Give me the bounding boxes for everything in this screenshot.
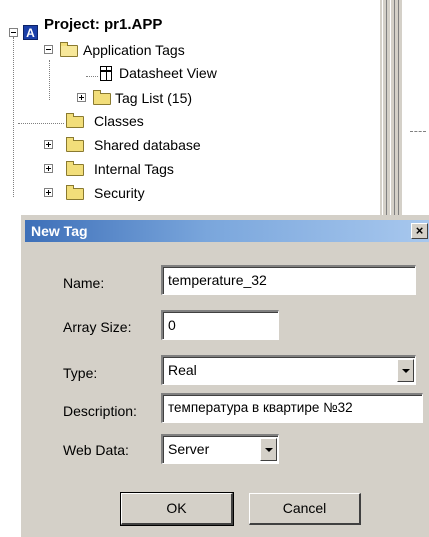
folder-icon <box>66 137 84 152</box>
tree-item-tag-list[interactable]: Tag List (15) <box>0 87 370 109</box>
name-field[interactable]: temperature_32 <box>161 265 416 295</box>
folder-icon <box>66 161 84 176</box>
tree-item-classes[interactable]: Classes <box>0 110 370 132</box>
tree-item-label: Datasheet View <box>119 65 217 81</box>
tree-item-label: Shared database <box>94 137 201 153</box>
description-field[interactable]: температура в квартире №32 <box>161 393 423 423</box>
tree-item-datasheet-view[interactable]: Datasheet View <box>0 62 370 84</box>
tree-item-label: Tag List (15) <box>115 90 193 106</box>
dialog-title: New Tag <box>31 223 88 239</box>
chevron-down-icon[interactable] <box>397 359 414 382</box>
tree-item-security[interactable]: Security <box>0 182 370 204</box>
splitter-line <box>398 0 399 215</box>
workspace-divider <box>410 131 426 132</box>
tree-item-label: Classes <box>94 113 144 129</box>
cancel-button[interactable]: Cancel <box>249 493 361 525</box>
splitter-line <box>386 0 387 215</box>
splitter-line <box>394 0 395 215</box>
web-data-value: Server <box>168 441 210 457</box>
collapse-icon[interactable] <box>9 28 18 37</box>
tree-item-label: Internal Tags <box>94 161 174 177</box>
splitter-line <box>382 0 383 215</box>
dialog-titlebar[interactable]: New Tag × <box>25 220 429 242</box>
folder-icon <box>66 185 84 200</box>
expand-icon[interactable] <box>44 140 53 149</box>
app-icon: A <box>23 25 38 40</box>
close-button[interactable]: × <box>411 223 428 239</box>
type-value: Real <box>168 362 197 378</box>
type-label: Type: <box>63 365 98 381</box>
tree-item-label: Application Tags <box>83 42 185 58</box>
tree-item-label: Security <box>94 185 145 201</box>
chevron-down-icon[interactable] <box>260 438 277 461</box>
pane-splitter[interactable] <box>380 0 429 215</box>
web-data-select[interactable]: Server <box>161 434 279 464</box>
splitter-line <box>390 0 391 215</box>
open-folder-icon <box>60 42 78 57</box>
new-tag-dialog: New Tag × Name: temperature_32 Array Siz… <box>20 215 429 537</box>
workspace-area <box>402 0 429 215</box>
array-size-label: Array Size: <box>63 319 132 335</box>
type-select[interactable]: Real <box>161 355 416 385</box>
expand-icon[interactable] <box>77 93 86 102</box>
web-data-label: Web Data: <box>63 442 129 458</box>
expand-icon[interactable] <box>44 164 53 173</box>
datasheet-icon <box>100 66 112 81</box>
project-tree: A Project: pr1.APP Application Tags Data… <box>0 0 380 215</box>
tree-item-application-tags[interactable]: Application Tags <box>0 39 370 61</box>
tree-item-shared-database[interactable]: Shared database <box>0 134 370 156</box>
collapse-icon[interactable] <box>44 45 53 54</box>
folder-icon <box>93 90 111 105</box>
name-label: Name: <box>63 275 105 291</box>
ok-button[interactable]: OK <box>120 492 234 526</box>
description-label: Description: <box>63 403 137 419</box>
expand-icon[interactable] <box>44 188 53 197</box>
tree-item-label: Project: pr1.APP <box>44 16 163 33</box>
folder-icon <box>66 113 84 128</box>
array-size-field[interactable]: 0 <box>161 310 279 340</box>
tree-item-internal-tags[interactable]: Internal Tags <box>0 158 370 180</box>
